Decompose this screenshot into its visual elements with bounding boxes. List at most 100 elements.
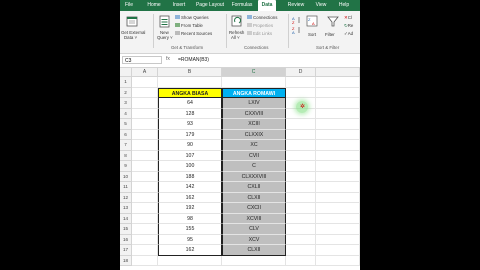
cell-d[interactable] — [286, 161, 316, 172]
fx-icon[interactable]: fx — [166, 56, 170, 62]
cell-angka-romawi[interactable]: C — [222, 161, 286, 172]
cell-a[interactable] — [132, 108, 158, 119]
cell-d[interactable] — [286, 150, 316, 161]
row-header[interactable]: 18 — [120, 255, 132, 266]
show-queries-button[interactable]: Show Queries — [175, 15, 209, 20]
from-table-button[interactable]: From Table — [175, 23, 203, 28]
cell-e[interactable] — [316, 140, 360, 151]
column-header-c[interactable]: C — [222, 68, 286, 77]
tab-page-layout[interactable]: Page Layout — [194, 0, 226, 11]
cell-e[interactable] — [316, 245, 360, 256]
row-header[interactable]: 2 — [120, 87, 132, 98]
cell-e[interactable] — [316, 182, 360, 193]
tab-review[interactable]: Review — [284, 0, 308, 11]
row-header[interactable]: 10 — [120, 171, 132, 182]
cell-angka-romawi[interactable]: XCVIII — [222, 213, 286, 224]
cell-e[interactable] — [316, 129, 360, 140]
edit-links-button[interactable]: Edit Links — [247, 31, 272, 36]
cell-angka-biasa[interactable]: 107 — [158, 150, 222, 161]
row-header[interactable]: 6 — [120, 129, 132, 140]
cell-angka-biasa[interactable]: 100 — [158, 161, 222, 172]
row-header[interactable]: 3 — [120, 98, 132, 109]
cell-a[interactable] — [132, 129, 158, 140]
cell-a[interactable] — [132, 119, 158, 130]
tab-help[interactable]: Help — [336, 0, 352, 11]
row-header[interactable]: 1 — [120, 77, 132, 88]
cell-angka-biasa[interactable]: 162 — [158, 245, 222, 256]
cell-angka-biasa[interactable]: 162 — [158, 192, 222, 203]
cell-a[interactable] — [132, 224, 158, 235]
row-header[interactable]: 4 — [120, 108, 132, 119]
tab-data[interactable]: Data — [258, 0, 276, 11]
cell-d[interactable] — [286, 87, 316, 98]
formula-input[interactable]: =ROMAN(B3) — [178, 56, 209, 64]
tab-formulas[interactable]: Formulas — [228, 0, 256, 11]
row-header[interactable]: 8 — [120, 150, 132, 161]
cell-d[interactable] — [286, 213, 316, 224]
cell-angka-biasa[interactable]: 128 — [158, 108, 222, 119]
cell-a[interactable] — [132, 255, 158, 266]
cell-d[interactable] — [286, 234, 316, 245]
cell-angka-biasa[interactable]: 155 — [158, 224, 222, 235]
cell-a[interactable] — [132, 192, 158, 203]
column-header-a[interactable]: A — [132, 68, 158, 77]
cell-a[interactable] — [132, 98, 158, 109]
properties-button[interactable]: Properties — [247, 23, 273, 28]
row-header[interactable]: 5 — [120, 119, 132, 130]
cell-angka-romawi[interactable]: CLXII — [222, 192, 286, 203]
cell-angka-biasa[interactable]: 98 — [158, 213, 222, 224]
cell-angka-biasa[interactable]: 142 — [158, 182, 222, 193]
cell-e[interactable] — [316, 213, 360, 224]
cell-angka-biasa[interactable]: 90 — [158, 140, 222, 151]
cell-d[interactable] — [286, 192, 316, 203]
cell-d[interactable] — [286, 245, 316, 256]
cell-c[interactable] — [222, 255, 286, 266]
cell-e[interactable] — [316, 234, 360, 245]
cell-angka-romawi[interactable]: XCIII — [222, 119, 286, 130]
cell-c[interactable] — [222, 77, 286, 88]
cell-angka-romawi[interactable]: CLXII — [222, 245, 286, 256]
cell-angka-romawi[interactable]: CXLII — [222, 182, 286, 193]
cell-angka-romawi[interactable]: XC — [222, 140, 286, 151]
cell-d[interactable] — [286, 77, 316, 88]
cell-angka-biasa[interactable]: 188 — [158, 171, 222, 182]
cell-d[interactable] — [286, 255, 316, 266]
cell-angka-romawi[interactable]: CLXXIX — [222, 129, 286, 140]
row-header[interactable]: 11 — [120, 182, 132, 193]
row-header[interactable]: 14 — [120, 213, 132, 224]
name-box[interactable]: C3 — [122, 56, 162, 64]
cell-a[interactable] — [132, 150, 158, 161]
cell-angka-romawi[interactable]: CXXVIII — [222, 108, 286, 119]
cell-b[interactable] — [158, 255, 222, 266]
cell-e[interactable] — [316, 161, 360, 172]
cell-angka-romawi[interactable]: LXIV — [222, 98, 286, 109]
row-header[interactable]: 16 — [120, 234, 132, 245]
cell-e[interactable] — [316, 87, 360, 98]
tab-home[interactable]: Home — [144, 0, 164, 11]
cell-d[interactable] — [286, 171, 316, 182]
cell-a[interactable] — [132, 171, 158, 182]
cell-e[interactable] — [316, 255, 360, 266]
reapply-button[interactable]: ↻Re — [344, 23, 353, 28]
cell-a[interactable] — [132, 245, 158, 256]
cell-e[interactable] — [316, 77, 360, 88]
cell-d[interactable] — [286, 182, 316, 193]
cell-d[interactable] — [286, 203, 316, 214]
cell-e[interactable] — [316, 224, 360, 235]
cell-a[interactable] — [132, 140, 158, 151]
row-header[interactable]: 7 — [120, 140, 132, 151]
cell-angka-romawi[interactable]: CLV — [222, 224, 286, 235]
row-header[interactable]: 9 — [120, 161, 132, 172]
cell-angka-biasa[interactable]: 192 — [158, 203, 222, 214]
cell-a[interactable] — [132, 213, 158, 224]
column-header-d[interactable]: D — [286, 68, 316, 77]
cell-a[interactable] — [132, 161, 158, 172]
cell-e[interactable] — [316, 108, 360, 119]
cell-e[interactable] — [316, 119, 360, 130]
cell-angka-biasa[interactable]: 179 — [158, 129, 222, 140]
cell-angka-romawi[interactable]: CXCII — [222, 203, 286, 214]
cell-a[interactable] — [132, 182, 158, 193]
row-header[interactable]: 12 — [120, 192, 132, 203]
cell-angka-biasa[interactable]: 64 — [158, 98, 222, 109]
row-header[interactable]: 13 — [120, 203, 132, 214]
